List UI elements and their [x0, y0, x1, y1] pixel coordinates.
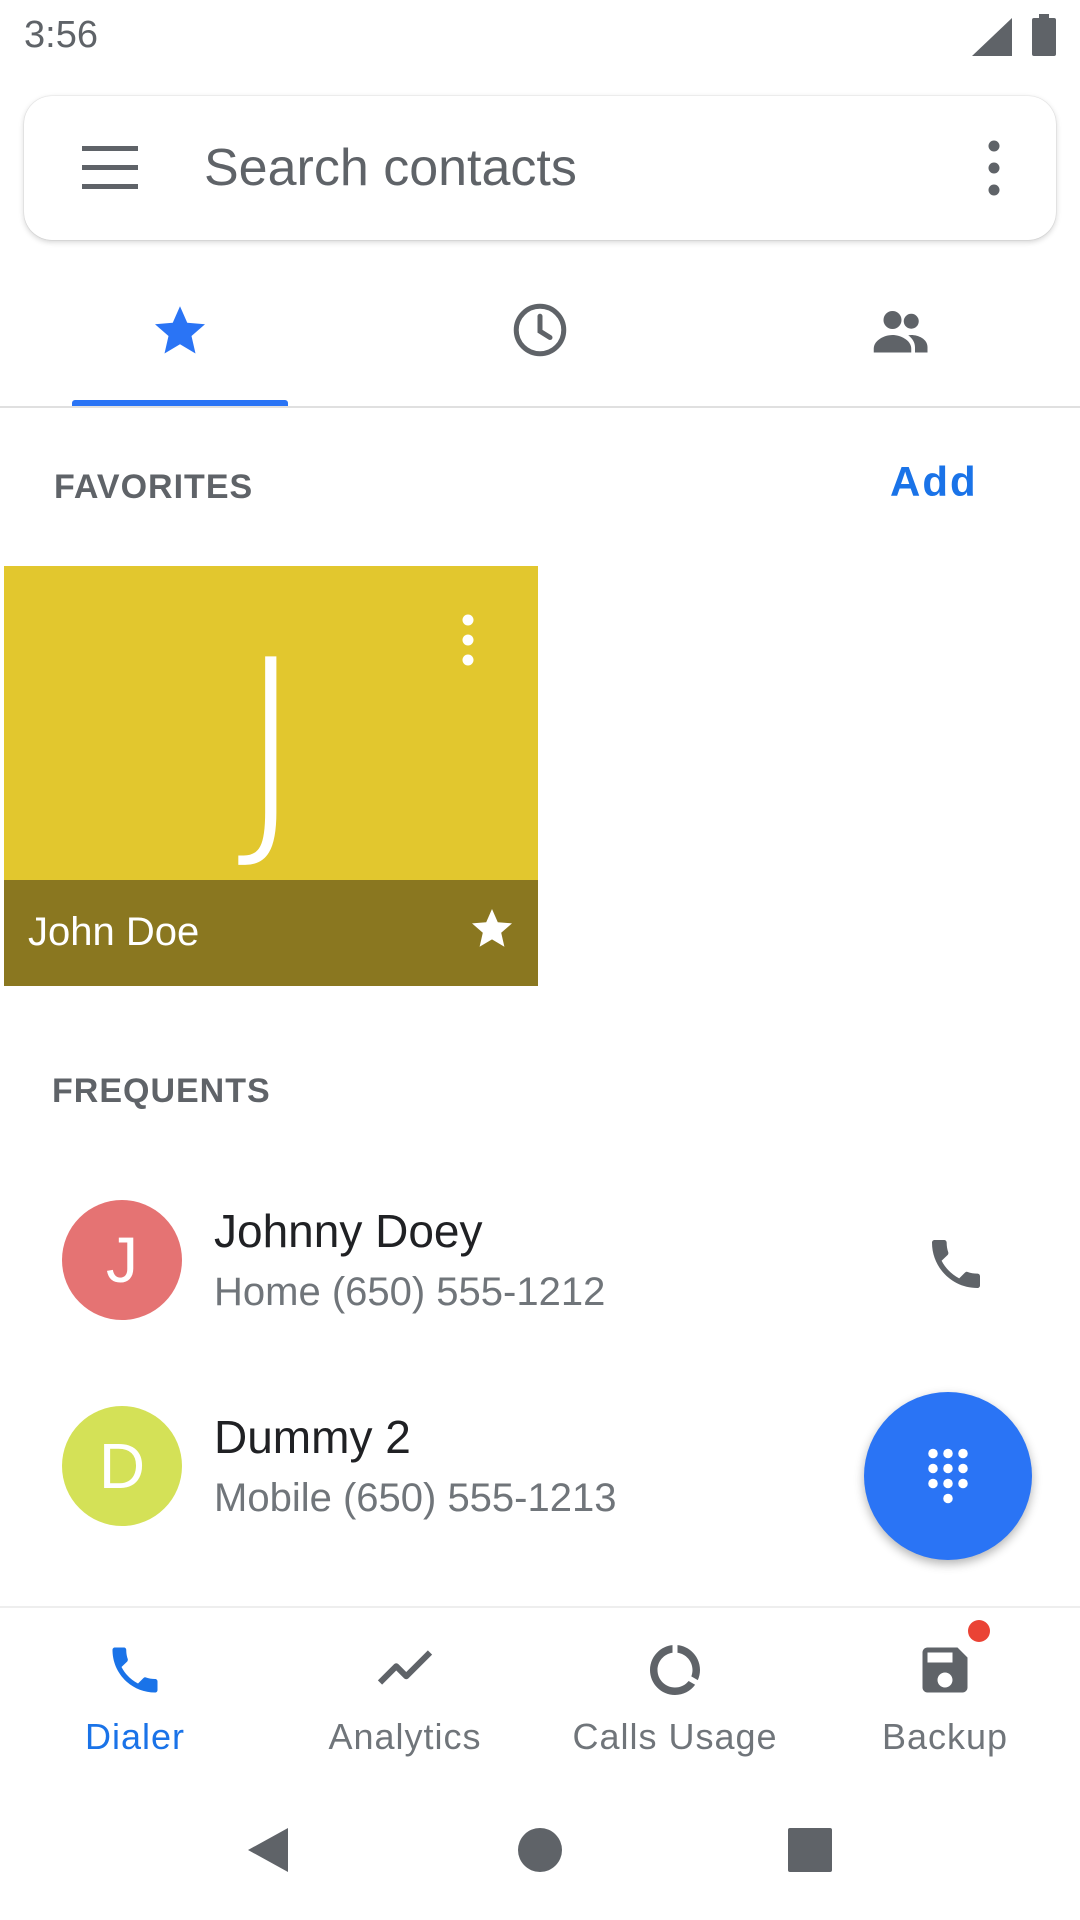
star-icon — [155, 306, 205, 354]
recents-icon[interactable] — [780, 1820, 840, 1880]
donut-icon — [650, 1645, 700, 1695]
star-icon — [472, 909, 512, 947]
battery-icon — [1032, 14, 1056, 56]
back-icon[interactable] — [240, 1820, 300, 1880]
screen: 3:56 Search contacts FAVORITES Add J Joh… — [0, 0, 1080, 1920]
search-input[interactable]: Search contacts — [204, 136, 924, 200]
menu-icon[interactable] — [82, 146, 138, 190]
dialpad-icon — [928, 1448, 968, 1504]
tab-recents[interactable] — [360, 260, 720, 406]
contact-name: Dummy 2 — [214, 1411, 411, 1463]
nav-label: Dialer — [84, 1716, 186, 1757]
nav-label: Analytics — [328, 1716, 482, 1757]
favorites-label: FAVORITES — [54, 468, 254, 506]
add-favorite-button[interactable]: Add — [890, 458, 978, 506]
list-item[interactable]: J Johnny Doey Home (650) 555-1212 — [0, 1160, 1080, 1360]
favorite-name: John Doe — [28, 910, 200, 954]
clock-icon — [513, 303, 567, 357]
frequents-label: FREQUENTS — [52, 1072, 271, 1110]
more-vert-icon[interactable] — [456, 610, 480, 670]
phone-icon — [112, 1647, 158, 1693]
home-icon[interactable] — [510, 1820, 570, 1880]
favorite-name-bar: John Doe — [4, 880, 538, 986]
save-icon — [922, 1647, 968, 1693]
tab-favorites[interactable] — [0, 260, 360, 406]
contact-detail: Home (650) 555-1212 — [214, 1270, 606, 1314]
bottom-navigation: Dialer Analytics Calls Usage Backup — [0, 1606, 1080, 1780]
signal-icon — [972, 18, 1012, 56]
tab-bar — [0, 260, 1080, 408]
nav-dialer[interactable]: Dialer — [0, 1608, 270, 1782]
tab-contacts[interactable] — [720, 260, 1080, 406]
contacts-icon — [873, 311, 928, 353]
more-vert-icon[interactable] — [982, 136, 1006, 200]
nav-label: Calls Usage — [572, 1716, 778, 1757]
trending-icon — [377, 1650, 433, 1685]
status-time: 3:56 — [24, 14, 98, 56]
phone-icon[interactable] — [924, 1232, 988, 1296]
contact-detail: Mobile (650) 555-1213 — [214, 1476, 617, 1520]
notification-badge — [968, 1620, 990, 1642]
nav-calls-usage[interactable]: Calls Usage — [540, 1608, 810, 1782]
favorite-card[interactable]: J John Doe — [4, 566, 538, 986]
nav-analytics[interactable]: Analytics — [270, 1608, 540, 1782]
tab-indicator — [72, 400, 288, 406]
status-bar: 3:56 — [0, 0, 1080, 76]
avatar: D — [62, 1406, 182, 1526]
search-bar[interactable]: Search contacts — [24, 96, 1056, 240]
nav-backup[interactable]: Backup — [810, 1608, 1080, 1782]
contact-name: Johnny Doey — [214, 1205, 483, 1257]
dialpad-button[interactable] — [864, 1392, 1032, 1560]
favorite-initial: J — [237, 612, 305, 879]
avatar: J — [62, 1200, 182, 1320]
nav-label: Backup — [881, 1716, 1009, 1757]
system-navigation — [0, 1780, 1080, 1920]
